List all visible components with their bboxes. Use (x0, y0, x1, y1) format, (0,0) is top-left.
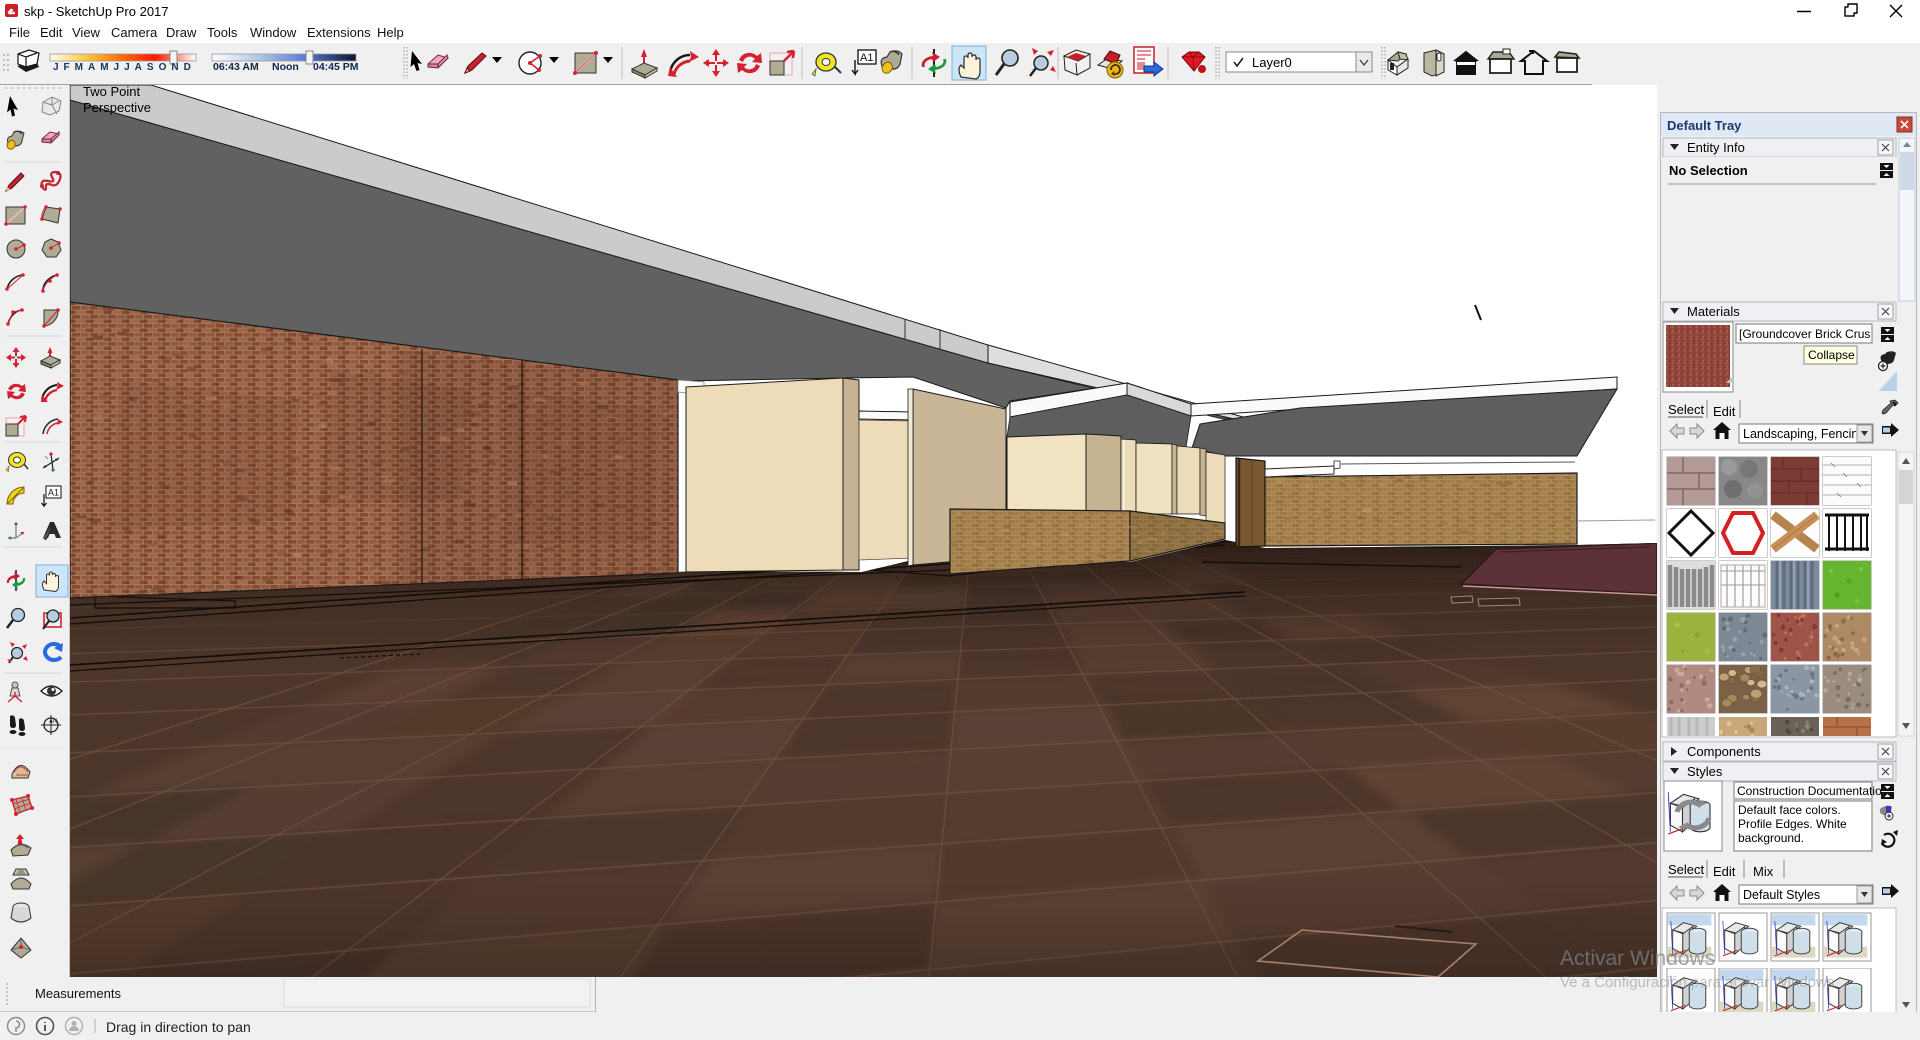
svg-text:JFMAMJJASOND: JFMAMJJASOND (53, 62, 196, 73)
svg-text:Construction Documentatio: Construction Documentatio (1737, 784, 1882, 798)
svg-text:Two Point: Two Point (83, 85, 140, 99)
svg-text:Default Tray: Default Tray (1667, 118, 1742, 133)
svg-text:Materials: Materials (1687, 304, 1740, 319)
svg-text:04:45 PM: 04:45 PM (313, 61, 359, 73)
svg-text:Layer0: Layer0 (1252, 55, 1292, 70)
svg-text:A1: A1 (860, 52, 873, 64)
svg-text:Noon: Noon (272, 61, 299, 73)
svg-text:N: N (53, 719, 57, 725)
svg-text:Edit: Edit (1713, 864, 1736, 879)
svg-text:Edit: Edit (1713, 404, 1736, 419)
svg-text:Perspective: Perspective (83, 100, 151, 115)
svg-text:Default face colors.: Default face colors. (1738, 803, 1841, 817)
svg-text:Entity Info: Entity Info (1687, 140, 1745, 155)
svg-text:Mix: Mix (1753, 864, 1774, 879)
svg-text:[Groundcover Brick Crushe: [Groundcover Brick Crushe (1739, 327, 1884, 341)
svg-text:A1: A1 (48, 488, 59, 498)
svg-text:Landscaping, Fencing a: Landscaping, Fencing a (1743, 427, 1876, 441)
svg-text:Default Styles: Default Styles (1743, 888, 1820, 902)
svg-text:Select: Select (1668, 862, 1705, 877)
svg-text:No Selection: No Selection (1669, 163, 1748, 178)
svg-text:06:43 AM: 06:43 AM (213, 61, 259, 73)
svg-text:Collapse: Collapse (1808, 348, 1855, 362)
svg-text:Profile Edges. White: Profile Edges. White (1738, 817, 1847, 831)
svg-text:Select: Select (1668, 402, 1705, 417)
svg-text:background.: background. (1738, 831, 1804, 845)
svg-text:Components: Components (1687, 744, 1761, 759)
svg-text:Styles: Styles (1687, 764, 1723, 779)
